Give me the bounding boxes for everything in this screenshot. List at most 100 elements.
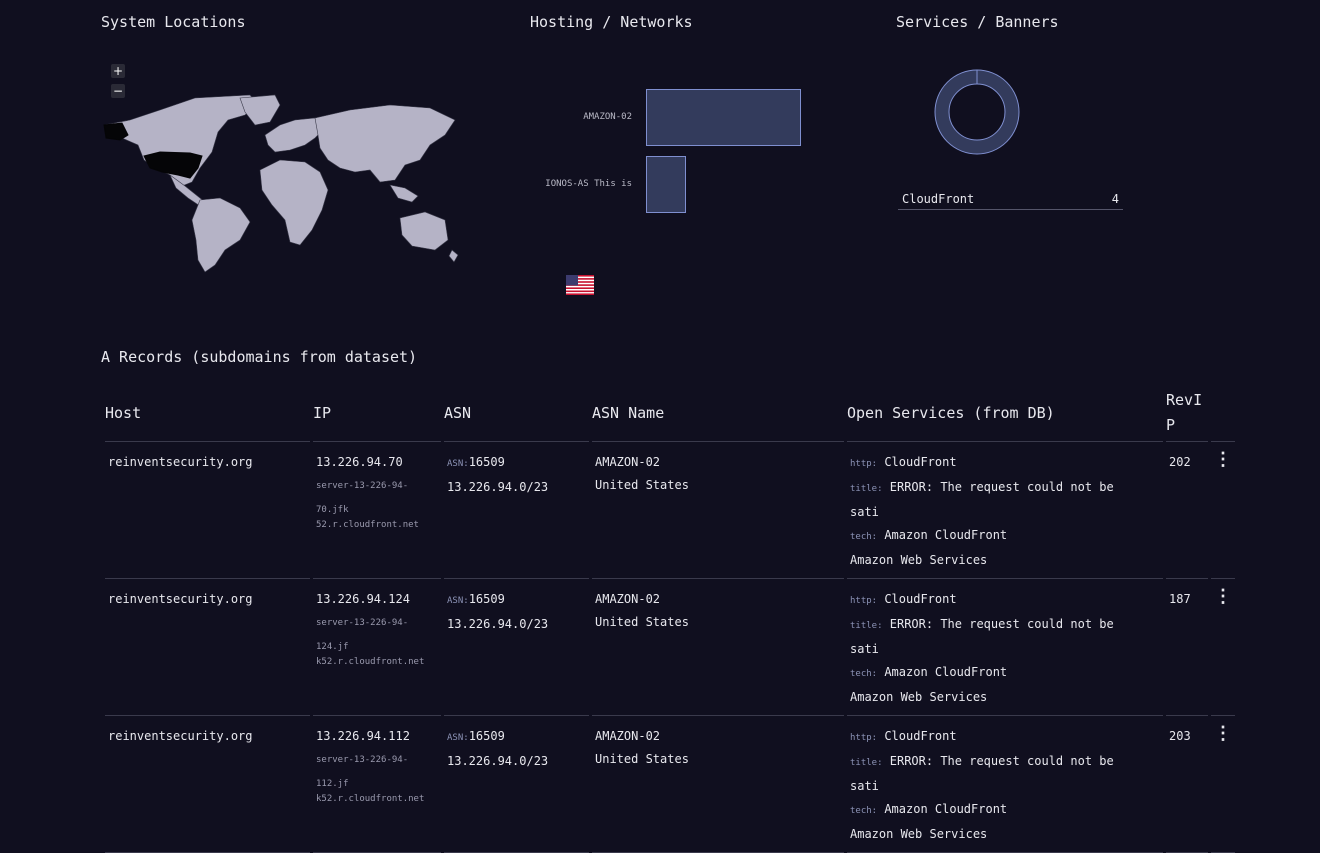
page-title-continued: sati bbox=[850, 642, 879, 656]
asn-number[interactable]: 16509 bbox=[469, 729, 505, 743]
revip-count[interactable]: 202 bbox=[1169, 455, 1191, 469]
tech-value-2: Amazon Web Services bbox=[850, 553, 988, 567]
map-zoom-in-button[interactable]: + bbox=[111, 64, 125, 78]
revip-cell: 202 bbox=[1166, 442, 1208, 579]
asn-name-cell: AMAZON-02 United States bbox=[592, 716, 844, 853]
asn-country: United States bbox=[595, 478, 689, 492]
host-name[interactable]: reinventsecurity.org bbox=[108, 455, 253, 469]
ptr-record-line-2: k52.r.cloudfront.net bbox=[316, 794, 425, 804]
legend-label: CloudFront bbox=[902, 191, 975, 206]
revip-cell: 203 bbox=[1166, 716, 1208, 853]
tech-label: tech: bbox=[850, 669, 878, 679]
bar-label: IONOS-AS This is bbox=[545, 178, 632, 189]
host-cell: reinventsecurity.org bbox=[105, 716, 310, 853]
ptr-record-line-2: 52.r.cloudfront.net bbox=[316, 520, 419, 530]
page-title-text: ERROR: The request could not be bbox=[889, 617, 1114, 631]
asn-number[interactable]: 16509 bbox=[469, 592, 505, 606]
bar-label: AMAZON-02 bbox=[583, 111, 632, 122]
new-zealand-shape bbox=[448, 249, 459, 263]
asn-country: United States bbox=[595, 752, 689, 766]
ip-address[interactable]: 13.226.94.112 bbox=[316, 725, 438, 748]
us-flag-icon bbox=[566, 275, 594, 295]
africa-shape bbox=[259, 159, 329, 246]
asn-name: AMAZON-02 bbox=[595, 729, 661, 743]
http-label: http: bbox=[850, 596, 878, 606]
ip-cell: 13.226.94.124 server-13-226-94-124.jf k52.… bbox=[313, 579, 441, 716]
header-ip[interactable]: IP bbox=[313, 385, 441, 442]
page-title-text: ERROR: The request could not be bbox=[889, 754, 1114, 768]
header-host[interactable]: Host bbox=[105, 385, 310, 442]
table-row[interactable]: reinventsecurity.org 13.226.94.70 server-1… bbox=[105, 442, 1235, 579]
revip-count[interactable]: 187 bbox=[1169, 592, 1191, 606]
bar[interactable] bbox=[646, 89, 801, 146]
ip-address[interactable]: 13.226.94.70 bbox=[316, 451, 438, 474]
services-legend-row[interactable]: CloudFront 4 bbox=[898, 188, 1123, 210]
header-asn-name[interactable]: ASN Name bbox=[592, 385, 844, 442]
revip-count[interactable]: 203 bbox=[1169, 729, 1191, 743]
host-name[interactable]: reinventsecurity.org bbox=[108, 729, 253, 743]
table-header-row: Host IP ASN ASN Name Open Services (from… bbox=[105, 385, 1235, 442]
tech-label: tech: bbox=[850, 806, 878, 816]
asn-number[interactable]: 16509 bbox=[469, 455, 505, 469]
a-records-table: Host IP ASN ASN Name Open Services (from… bbox=[102, 385, 1238, 853]
tech-value-2: Amazon Web Services bbox=[850, 690, 988, 704]
asn-name: AMAZON-02 bbox=[595, 455, 661, 469]
tech-value: Amazon CloudFront bbox=[884, 802, 1008, 816]
netblock[interactable]: 13.226.94.0/23 bbox=[447, 613, 586, 636]
title-label: title: bbox=[850, 621, 883, 631]
ptr-record-line-1: server-13-226-94-70.jfk bbox=[316, 481, 409, 515]
bar[interactable] bbox=[646, 156, 686, 213]
ip-cell: 13.226.94.112 server-13-226-94-112.jf k52.… bbox=[313, 716, 441, 853]
http-label: http: bbox=[850, 459, 878, 469]
australia-shape bbox=[399, 211, 449, 251]
host-name[interactable]: reinventsecurity.org bbox=[108, 592, 253, 606]
tech-value: Amazon CloudFront bbox=[884, 528, 1008, 542]
services-cell: http: CloudFront title: ERROR: The reques… bbox=[847, 579, 1163, 716]
header-revip-line-2: P bbox=[1166, 416, 1176, 434]
header-asn[interactable]: ASN bbox=[444, 385, 589, 442]
services-cell: http: CloudFront title: ERROR: The reques… bbox=[847, 442, 1163, 579]
asia-shape bbox=[314, 104, 456, 183]
tech-value-2: Amazon Web Services bbox=[850, 827, 988, 841]
header-open-services[interactable]: Open Services (from DB) bbox=[847, 385, 1163, 442]
netblock[interactable]: 13.226.94.0/23 bbox=[447, 476, 586, 499]
title-label: title: bbox=[850, 758, 883, 768]
host-cell: reinventsecurity.org bbox=[105, 579, 310, 716]
header-revip[interactable]: RevI P bbox=[1166, 385, 1208, 442]
system-locations-title: System Locations bbox=[101, 13, 246, 31]
actions-cell: ⋮ bbox=[1211, 442, 1235, 579]
row-menu-icon[interactable]: ⋮ bbox=[1214, 725, 1232, 743]
asn-cell: ASN:16509 13.226.94.0/23 bbox=[444, 579, 589, 716]
table-row[interactable]: reinventsecurity.org 13.226.94.124 server-… bbox=[105, 579, 1235, 716]
asn-name: AMAZON-02 bbox=[595, 592, 661, 606]
asn-label: ASN: bbox=[447, 459, 469, 469]
host-cell: reinventsecurity.org bbox=[105, 442, 310, 579]
row-menu-icon[interactable]: ⋮ bbox=[1214, 588, 1232, 606]
row-menu-icon[interactable]: ⋮ bbox=[1214, 451, 1232, 469]
donut-slice-fill bbox=[935, 70, 1019, 154]
ptr-record-line-1: server-13-226-94-124.jf bbox=[316, 618, 409, 652]
a-records-title: A Records (subdomains from dataset) bbox=[101, 348, 418, 366]
http-server: CloudFront bbox=[884, 729, 957, 743]
title-label: title: bbox=[850, 484, 883, 494]
greenland-shape bbox=[239, 94, 281, 126]
usa-highlight bbox=[143, 151, 203, 179]
http-server: CloudFront bbox=[884, 455, 957, 469]
netblock[interactable]: 13.226.94.0/23 bbox=[447, 750, 586, 773]
ip-address[interactable]: 13.226.94.124 bbox=[316, 588, 438, 611]
ip-cell: 13.226.94.70 server-13-226-94-70.jfk 52.r.… bbox=[313, 442, 441, 579]
header-actions bbox=[1211, 385, 1235, 442]
ptr-record-line-1: server-13-226-94-112.jf bbox=[316, 755, 409, 789]
ptr-record-line-2: k52.r.cloudfront.net bbox=[316, 657, 425, 667]
world-map[interactable] bbox=[100, 90, 465, 275]
page-title-continued: sati bbox=[850, 505, 879, 519]
asn-label: ASN: bbox=[447, 733, 469, 743]
asn-cell: ASN:16509 13.226.94.0/23 bbox=[444, 716, 589, 853]
actions-cell: ⋮ bbox=[1211, 716, 1235, 853]
services-donut-chart[interactable] bbox=[933, 68, 1021, 156]
asn-name-cell: AMAZON-02 United States bbox=[592, 442, 844, 579]
south-america-shape bbox=[191, 197, 251, 273]
table-row[interactable]: reinventsecurity.org 13.226.94.112 server-… bbox=[105, 716, 1235, 853]
revip-cell: 187 bbox=[1166, 579, 1208, 716]
header-revip-line-1: RevI bbox=[1166, 391, 1203, 409]
